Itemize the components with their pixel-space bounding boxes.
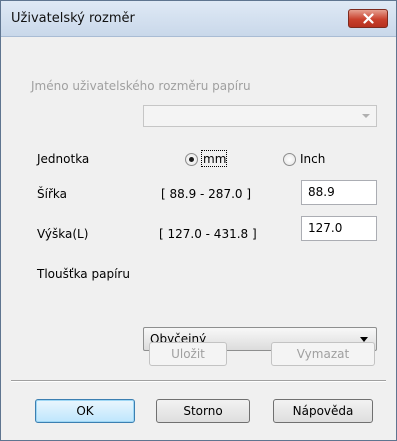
custom-size-dialog: Uživatelský rozměr Jméno uživatelského r… [0, 0, 397, 441]
help-button[interactable]: Nápověda [273, 399, 373, 423]
paper-name-combo[interactable] [143, 105, 377, 127]
height-input[interactable]: 127.0 [301, 216, 377, 241]
unit-inch-radio[interactable] [283, 153, 296, 166]
unit-inch-label[interactable]: Inch [300, 152, 325, 166]
divider [11, 380, 386, 382]
height-label: Výška(L) [37, 227, 89, 241]
dialog-body: Jméno uživatelského rozměru papíru Jedno… [5, 37, 392, 437]
unit-mm-radio[interactable] [185, 153, 198, 166]
save-button[interactable]: Uložit [149, 342, 227, 366]
width-label: Šířka [37, 187, 67, 201]
unit-mm-label[interactable]: mm [203, 152, 226, 166]
width-input[interactable]: 88.9 [301, 180, 377, 205]
thickness-label: Tloušťka papíru [37, 267, 130, 281]
unit-label: Jednotka [37, 152, 90, 166]
ok-button[interactable]: OK [35, 399, 135, 423]
cancel-button[interactable]: Storno [156, 399, 250, 423]
paper-name-label: Jméno uživatelského rozměru papíru [31, 79, 251, 93]
title-bar[interactable]: Uživatelský rozměr [1, 1, 396, 37]
delete-button[interactable]: Vymazat [271, 342, 375, 366]
close-icon [363, 13, 374, 24]
close-button[interactable] [348, 9, 388, 28]
dialog-title: Uživatelský rozměr [11, 11, 135, 26]
height-range: [ 127.0 - 431.8 ] [159, 227, 257, 241]
chevron-down-icon [362, 114, 370, 118]
width-range: [ 88.9 - 287.0 ] [161, 187, 252, 201]
